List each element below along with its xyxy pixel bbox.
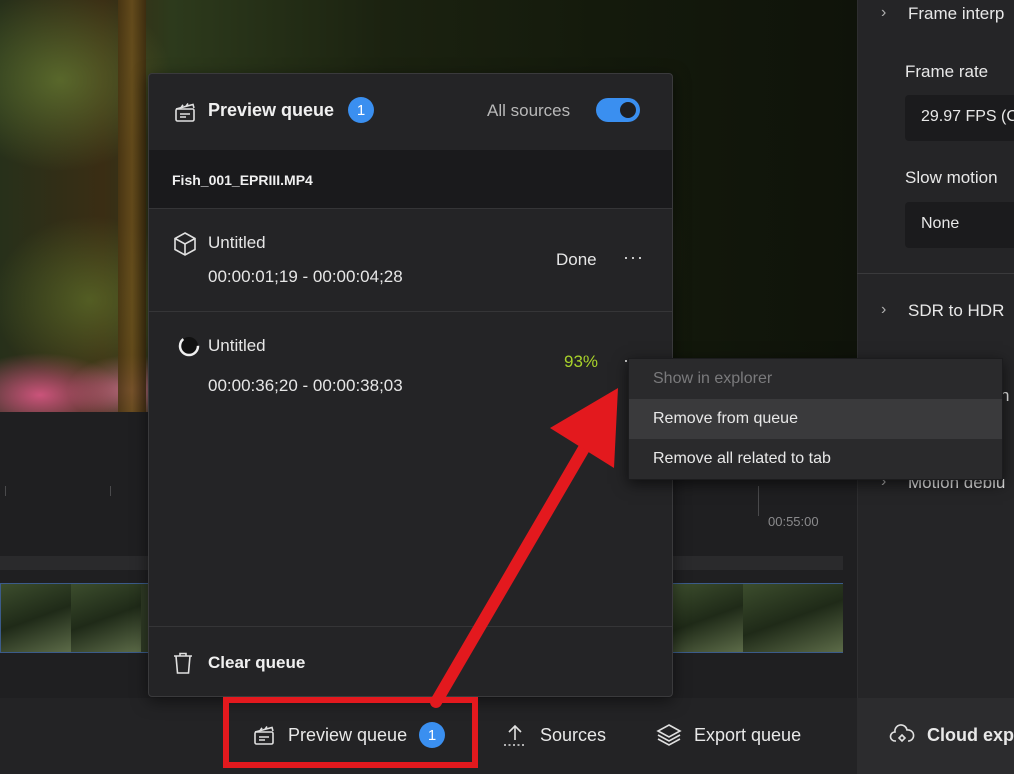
arrow-shaft [430, 432, 596, 708]
highlight-box [223, 697, 478, 768]
annotation-arrow [430, 388, 618, 708]
